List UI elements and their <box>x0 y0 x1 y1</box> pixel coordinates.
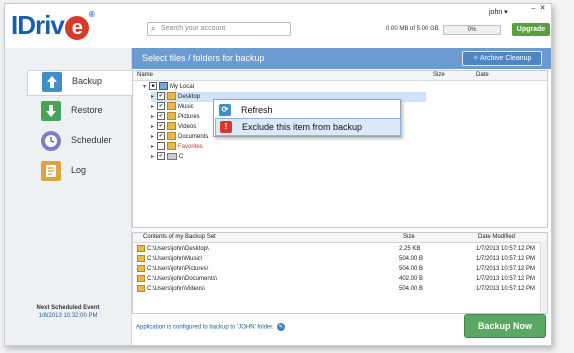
close-icon[interactable]: ✕ <box>538 5 547 13</box>
folder-icon <box>137 265 145 272</box>
user-menu[interactable]: john ▾ <box>489 8 508 16</box>
backup-set-panel: Contents of my Backup Set Size Date Modi… <box>132 232 548 314</box>
column-date-modified[interactable]: Date Modified <box>478 234 515 240</box>
folder-icon <box>167 102 176 111</box>
table-row[interactable]: C:\Users\john\Music\ 504.00 B 1/7/2013 1… <box>133 255 547 264</box>
tree-root-my-local[interactable]: ▾ ■ My Local <box>143 82 194 92</box>
checkbox[interactable]: ✔ <box>157 152 165 161</box>
sidebar: Backup Restore Scheduler Log Next Schedu… <box>5 48 132 345</box>
column-date[interactable]: Date <box>476 72 489 78</box>
tree-column-header: Name Size Date <box>133 71 547 81</box>
log-document-icon <box>41 161 61 181</box>
column-size[interactable]: Size <box>403 234 415 240</box>
archive-cleanup-button[interactable]: ✧ Archive Cleanup <box>462 51 542 66</box>
clock-icon <box>41 131 61 151</box>
context-menu: ⟳ Refresh ! Exclude this item from backu… <box>213 99 401 137</box>
minimize-icon[interactable]: – <box>529 5 538 13</box>
tree-item-music[interactable]: ▸ ✔ Music <box>151 102 194 112</box>
upgrade-button[interactable]: Upgrade <box>512 23 550 36</box>
computer-icon <box>159 82 168 91</box>
folder-icon <box>137 275 145 282</box>
sidebar-item-backup[interactable]: Backup <box>27 70 132 96</box>
broom-icon: ✧ <box>472 55 481 62</box>
backup-now-button[interactable]: Backup Now <box>464 314 546 338</box>
idrive-logo: IDriv e® <box>11 10 95 40</box>
search-input[interactable]: ⌕ Search your account <box>147 22 291 36</box>
app-window: IDriv e® ⌕ Search your account 0.00 MB of… <box>4 3 552 346</box>
checkbox[interactable]: ✔ <box>157 132 165 141</box>
tree-item-documents[interactable]: ▸ ✔ Documents <box>151 132 208 142</box>
window-controls: – ✕ <box>529 5 549 15</box>
top-bar: IDriv e® ⌕ Search your account 0.00 MB of… <box>5 4 551 48</box>
scrollbar[interactable] <box>540 242 547 313</box>
folder-icon <box>167 122 176 131</box>
sidebar-item-label: Log <box>71 165 87 175</box>
table-row[interactable]: C:\Users\john\Pictures\ 504.00 B 1/7/201… <box>133 265 547 274</box>
next-scheduled-event: Next Scheduled Event 1/8/2013 10:32:00 P… <box>5 305 131 319</box>
checkbox[interactable]: ✔ <box>157 122 165 131</box>
backup-arrow-icon <box>42 72 62 92</box>
sidebar-item-label: Scheduler <box>71 135 112 145</box>
table-row[interactable]: C:\Users\john\Documents\ 402.00 B 1/7/20… <box>133 275 547 284</box>
tree-item-pictures[interactable]: ▸ ✔ Pictures <box>151 112 200 122</box>
tree-item-videos[interactable]: ▸ ✔ Videos <box>151 122 196 132</box>
tree-item-favorites[interactable]: ▸ Favorites <box>151 142 203 152</box>
sidebar-item-label: Backup <box>72 76 103 86</box>
exclude-icon: ! <box>220 121 232 133</box>
sidebar-item-log[interactable]: Log <box>27 160 127 184</box>
checkbox[interactable]: ■ <box>149 82 157 91</box>
storage-progress-bar: 0% <box>443 25 501 35</box>
folder-icon <box>137 255 145 262</box>
checkbox[interactable]: ✔ <box>157 92 165 101</box>
page-title: Select files / folders for backup <box>142 53 265 63</box>
storage-usage-text: 0.00 MB of 5.00 GB <box>386 26 439 32</box>
restore-arrow-icon <box>41 101 61 121</box>
column-size[interactable]: Size <box>433 72 445 78</box>
folder-icon <box>167 112 176 121</box>
search-icon: ⌕ <box>151 24 156 33</box>
edit-pencil-icon[interactable]: ✎ <box>276 323 285 331</box>
column-name[interactable]: Name <box>137 72 153 78</box>
sidebar-item-label: Restore <box>71 105 103 115</box>
checkbox[interactable] <box>157 142 165 151</box>
refresh-icon: ⟳ <box>219 104 231 116</box>
sidebar-item-restore[interactable]: Restore <box>27 100 127 124</box>
folder-icon <box>167 142 176 151</box>
folder-icon <box>167 132 176 141</box>
drive-icon <box>167 152 177 160</box>
next-event-time[interactable]: 1/8/2013 10:32:00 PM <box>5 313 131 319</box>
backup-set-column-header: Contents of my Backup Set Size Date Modi… <box>133 233 547 243</box>
checkbox[interactable]: ✔ <box>157 102 165 111</box>
table-row[interactable]: C:\Users\john\Videos\ 504.00 B 1/7/2013 … <box>133 285 547 294</box>
search-placeholder: Search your account <box>161 25 226 32</box>
file-tree-panel: Name Size Date ▾ ■ My Local ▸ ✔ Desktop ▸ ✔ Mu… <box>132 70 548 228</box>
folder-icon <box>137 285 145 292</box>
table-row[interactable]: C:\Users\john\Desktop\ 2.25 KB 1/7/2013 … <box>133 245 547 254</box>
storage-progress-label: 0% <box>467 27 477 33</box>
content-header: Select files / folders for backup ✧ Arch… <box>132 48 551 69</box>
folder-icon <box>167 92 176 101</box>
sidebar-item-scheduler[interactable]: Scheduler <box>27 130 127 154</box>
next-event-title: Next Scheduled Event <box>36 305 100 311</box>
context-menu-exclude[interactable]: ! Exclude this item from backup <box>215 118 401 136</box>
tree-item-c-drive[interactable]: ▸ ✔ C <box>151 152 183 162</box>
column-contents[interactable]: Contents of my Backup Set <box>143 234 216 240</box>
folder-icon <box>137 245 145 252</box>
context-menu-refresh[interactable]: ⟳ Refresh <box>215 102 399 118</box>
backup-destination-message: Application is configured to backup to '… <box>136 323 285 331</box>
checkbox[interactable]: ✔ <box>157 112 165 121</box>
